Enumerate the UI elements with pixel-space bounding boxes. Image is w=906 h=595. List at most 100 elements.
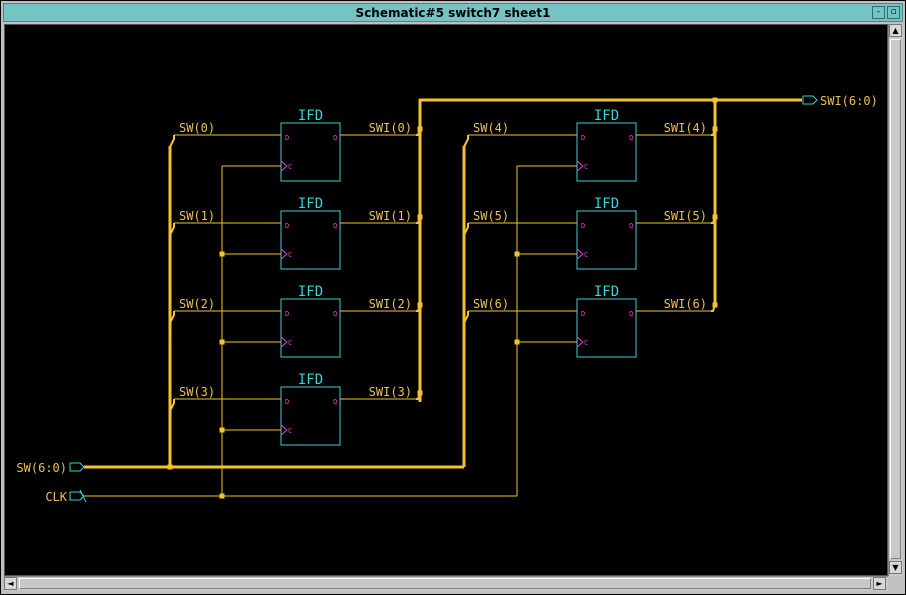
input-net-label: SW(3): [179, 385, 215, 399]
ifd-flip-flop-0[interactable]: IFD D Q C: [280, 108, 341, 182]
clock-triangle: [280, 248, 288, 260]
pin-d-label: D: [285, 310, 289, 318]
scroll-left-button[interactable]: ◄: [4, 577, 17, 590]
clock-triangle: [576, 160, 584, 172]
input-net-label: SW(4): [473, 121, 509, 135]
scroll-up-button[interactable]: ▲: [889, 24, 902, 37]
pin-q-label: Q: [333, 398, 337, 406]
ifd-body: [576, 210, 637, 270]
scroll-right-button[interactable]: ►: [873, 577, 886, 590]
input-net-label: SW(0): [179, 121, 215, 135]
pin-d-label: D: [581, 310, 585, 318]
output-net-label: SWI(0): [369, 121, 412, 135]
schematic-drawing: IFD D Q C IFD D Q C IFD D Q C IFD D Q C IFD D Q C IFD D Q C IFD D…: [16, 94, 878, 504]
pin-q-label: Q: [629, 310, 633, 318]
scroll-corner: [888, 576, 903, 591]
clock-triangle: [576, 336, 584, 348]
ifd-flip-flop-1[interactable]: IFD D Q C: [280, 196, 341, 270]
junction-dot: [219, 251, 225, 257]
schematic-window: Schematic#5 switch7 sheet1 - ▫ IFD D Q C IFD…: [0, 0, 906, 595]
pin-c-label: C: [288, 339, 292, 347]
output-net-label: SWI(2): [369, 297, 412, 311]
ifd-body: [280, 386, 341, 446]
pin-q-label: Q: [629, 222, 633, 230]
pin-c-label: C: [584, 163, 588, 171]
ifd-body: [280, 298, 341, 358]
output-bus-port-label: SWI(6:0): [820, 94, 878, 108]
schematic-canvas[interactable]: IFD D Q C IFD D Q C IFD D Q C IFD D Q C IFD D Q C IFD D Q C IFD D…: [4, 24, 888, 576]
junction-dot: [167, 464, 173, 470]
junction-dot: [219, 427, 225, 433]
pin-d-label: D: [581, 222, 585, 230]
junction-dot: [417, 126, 423, 132]
input-net-label: SW(2): [179, 297, 215, 311]
ifd-type-label: IFD: [298, 372, 323, 388]
junction-dot: [417, 214, 423, 220]
pin-c-label: C: [288, 427, 292, 435]
output-net-label: SWI(4): [664, 121, 707, 135]
output-bus-port[interactable]: [802, 95, 818, 105]
ifd-flip-flop-6[interactable]: IFD D Q C: [576, 284, 637, 358]
ifd-flip-flop-3[interactable]: IFD D Q C: [280, 372, 341, 446]
clock-triangle: [280, 336, 288, 348]
junction-dot: [219, 339, 225, 345]
clock-triangle: [280, 424, 288, 436]
junction-dot: [712, 126, 718, 132]
output-net-label: SWI(5): [664, 209, 707, 223]
junction-dot: [417, 390, 423, 396]
junction-dot: [712, 97, 718, 103]
window-title: Schematic#5 switch7 sheet1: [355, 6, 551, 20]
output-net-label: SWI(3): [369, 385, 412, 399]
pin-q-label: Q: [333, 310, 337, 318]
ifd-body: [280, 122, 341, 182]
junction-dot: [712, 214, 718, 220]
title-bar[interactable]: Schematic#5 switch7 sheet1 - ▫: [3, 3, 903, 22]
junction-dot: [514, 251, 520, 257]
clock-port-label: CLK: [45, 490, 67, 504]
pin-c-label: C: [584, 339, 588, 347]
bus-tap: [169, 135, 175, 148]
junction-dot: [417, 302, 423, 308]
ifd-type-label: IFD: [298, 284, 323, 300]
clock-triangle: [280, 160, 288, 172]
clock-triangle: [576, 248, 584, 260]
ifd-type-label: IFD: [594, 196, 619, 212]
pin-d-label: D: [285, 222, 289, 230]
junction-dot: [219, 493, 225, 499]
output-net-label: SWI(6): [664, 297, 707, 311]
input-bus-port-label: SW(6:0): [16, 461, 67, 475]
pin-d-label: D: [581, 134, 585, 142]
input-net-label: SW(6): [473, 297, 509, 311]
ifd-body: [576, 122, 637, 182]
input-net-label: SW(5): [473, 209, 509, 223]
pin-c-label: C: [288, 163, 292, 171]
pin-q-label: Q: [629, 134, 633, 142]
ifd-type-label: IFD: [594, 284, 619, 300]
horizontal-scrollbar[interactable]: ◄ ►: [4, 576, 888, 591]
pin-c-label: C: [288, 251, 292, 259]
bus-tap: [463, 135, 469, 148]
junction-dot: [712, 302, 718, 308]
pin-d-label: D: [285, 134, 289, 142]
horizontal-scroll-thumb[interactable]: [19, 578, 871, 589]
ifd-type-label: IFD: [298, 196, 323, 212]
input-bus-port[interactable]: [69, 462, 85, 472]
ifd-flip-flop-4[interactable]: IFD D Q C: [576, 108, 637, 182]
ifd-type-label: IFD: [298, 108, 323, 124]
ifd-flip-flop-2[interactable]: IFD D Q C: [280, 284, 341, 358]
input-net-label: SW(1): [179, 209, 215, 223]
junction-dot: [514, 339, 520, 345]
output-net-label: SWI(1): [369, 209, 412, 223]
scroll-down-button[interactable]: ▼: [889, 561, 902, 574]
pin-d-label: D: [285, 398, 289, 406]
vertical-scrollbar[interactable]: ▲ ▼: [888, 24, 903, 576]
ifd-body: [576, 298, 637, 358]
ifd-flip-flop-5[interactable]: IFD D Q C: [576, 196, 637, 270]
pin-c-label: C: [584, 251, 588, 259]
pin-q-label: Q: [333, 134, 337, 142]
maximize-button[interactable]: ▫: [887, 6, 900, 19]
minimize-button[interactable]: -: [872, 6, 885, 19]
pin-q-label: Q: [333, 222, 337, 230]
ifd-body: [280, 210, 341, 270]
vertical-scroll-thumb[interactable]: [890, 39, 901, 559]
